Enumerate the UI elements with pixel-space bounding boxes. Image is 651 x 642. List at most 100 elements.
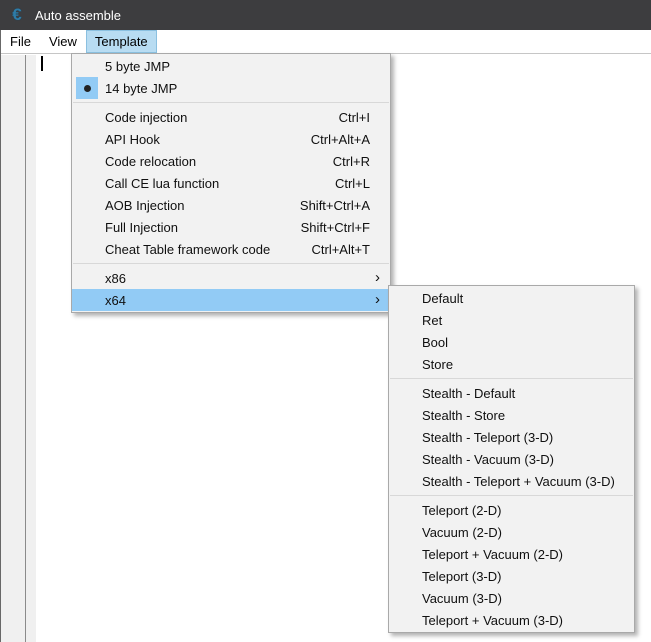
submenu-item-vacuum-3d[interactable]: Vacuum (3-D) — [389, 587, 634, 609]
menu-separator — [390, 378, 633, 379]
window-left-border — [0, 30, 1, 642]
submenu-item-default[interactable]: Default — [389, 287, 634, 309]
menu-item-aob-injection[interactable]: AOB Injection Shift+Ctrl+A — [72, 194, 390, 216]
menu-item-icon-slot — [389, 287, 422, 309]
menu-item-icon-slot — [389, 609, 422, 631]
menu-item-icon-slot — [389, 448, 422, 470]
radio-checked-icon — [72, 77, 105, 99]
menu-item-icon-slot — [72, 106, 105, 128]
menu-item-icon-slot — [72, 267, 105, 289]
menu-item-label: Stealth - Default — [422, 386, 634, 401]
menu-item-api-hook[interactable]: API Hook Ctrl+Alt+A — [72, 128, 390, 150]
menu-item-label: Ret — [422, 313, 634, 328]
editor-gutter — [1, 55, 36, 642]
menu-item-icon-slot — [72, 289, 105, 311]
menubar: File View Template — [1, 30, 651, 54]
menu-item-label: Vacuum (3-D) — [422, 591, 634, 606]
menubar-item-view[interactable]: View — [40, 30, 86, 53]
menu-item-label: Default — [422, 291, 634, 306]
menu-separator — [73, 263, 389, 264]
submenu-item-bool[interactable]: Bool — [389, 331, 634, 353]
menu-item-icon-slot — [72, 194, 105, 216]
menu-item-icon-slot — [389, 309, 422, 331]
submenu-item-stealth-default[interactable]: Stealth - Default — [389, 382, 634, 404]
auto-assemble-window: € Auto assemble File View Template 5 byt… — [0, 0, 651, 642]
menu-item-label: Stealth - Teleport + Vacuum (3-D) — [422, 474, 634, 489]
menu-item-x86[interactable]: x86 › — [72, 267, 390, 289]
menu-item-icon-slot — [389, 404, 422, 426]
menu-item-icon-slot — [389, 587, 422, 609]
editor-gutter-separator — [25, 55, 26, 642]
menu-item-code-injection[interactable]: Code injection Ctrl+I — [72, 106, 390, 128]
menu-item-label: 14 byte JMP — [105, 81, 390, 96]
menu-item-label: Teleport + Vacuum (3-D) — [422, 613, 634, 628]
menu-item-label: Stealth - Teleport (3-D) — [422, 430, 634, 445]
menu-item-icon-slot — [389, 543, 422, 565]
menu-item-code-relocation[interactable]: Code relocation Ctrl+R — [72, 150, 390, 172]
menubar-item-file[interactable]: File — [1, 30, 40, 53]
radio-unchecked-icon — [72, 55, 105, 77]
menu-item-icon-slot — [72, 128, 105, 150]
menu-item-label: AOB Injection — [105, 198, 300, 213]
window-title: Auto assemble — [35, 8, 121, 23]
radio-bullet-icon — [84, 85, 91, 92]
submenu-item-stealth-store[interactable]: Stealth - Store — [389, 404, 634, 426]
submenu-item-stealth-teleport-vacuum-3d[interactable]: Stealth - Teleport + Vacuum (3-D) — [389, 470, 634, 492]
menu-item-icon-slot — [389, 470, 422, 492]
menu-item-icon-slot — [389, 565, 422, 587]
menubar-item-template[interactable]: Template — [86, 30, 157, 53]
menu-item-label: Cheat Table framework code — [105, 242, 311, 257]
menu-item-icon-slot — [72, 238, 105, 260]
menu-item-cheat-table-framework-code[interactable]: Cheat Table framework code Ctrl+Alt+T — [72, 238, 390, 260]
titlebar: € Auto assemble — [0, 0, 651, 30]
menu-item-icon-slot — [72, 172, 105, 194]
menu-item-label: Teleport (2-D) — [422, 503, 634, 518]
submenu-item-teleport-vacuum-2d[interactable]: Teleport + Vacuum (2-D) — [389, 543, 634, 565]
x64-submenu: Default Ret Bool Store Stealth - Default… — [388, 285, 635, 633]
submenu-item-teleport-vacuum-3d[interactable]: Teleport + Vacuum (3-D) — [389, 609, 634, 631]
menu-item-call-ce-lua-function[interactable]: Call CE lua function Ctrl+L — [72, 172, 390, 194]
menu-item-icon-slot — [72, 216, 105, 238]
menu-item-label: Vacuum (2-D) — [422, 525, 634, 540]
menu-item-label: Store — [422, 357, 634, 372]
menu-item-5-byte-jmp[interactable]: 5 byte JMP — [72, 55, 390, 77]
menu-item-shortcut: Shift+Ctrl+F — [301, 220, 390, 235]
text-caret — [41, 56, 43, 71]
menu-item-14-byte-jmp[interactable]: 14 byte JMP — [72, 77, 390, 99]
menu-item-shortcut: Ctrl+Alt+T — [311, 242, 390, 257]
submenu-item-teleport-2d[interactable]: Teleport (2-D) — [389, 499, 634, 521]
menu-item-label: x64 — [105, 293, 375, 308]
menu-item-label: API Hook — [105, 132, 311, 147]
menu-item-shortcut: Shift+Ctrl+A — [300, 198, 390, 213]
menu-item-icon-slot — [389, 331, 422, 353]
menu-item-shortcut: Ctrl+Alt+A — [311, 132, 390, 147]
menu-item-full-injection[interactable]: Full Injection Shift+Ctrl+F — [72, 216, 390, 238]
submenu-item-stealth-vacuum-3d[interactable]: Stealth - Vacuum (3-D) — [389, 448, 634, 470]
menu-item-label: Teleport + Vacuum (2-D) — [422, 547, 634, 562]
menu-item-icon-slot — [389, 521, 422, 543]
menu-item-label: Call CE lua function — [105, 176, 335, 191]
template-menu: 5 byte JMP 14 byte JMP Code injection Ct… — [71, 53, 391, 313]
menu-item-shortcut: Ctrl+I — [339, 110, 390, 125]
submenu-item-stealth-teleport-3d[interactable]: Stealth - Teleport (3-D) — [389, 426, 634, 448]
menu-item-x64[interactable]: x64 › — [72, 289, 390, 311]
menu-item-label: Stealth - Vacuum (3-D) — [422, 452, 634, 467]
submenu-item-teleport-3d[interactable]: Teleport (3-D) — [389, 565, 634, 587]
submenu-item-ret[interactable]: Ret — [389, 309, 634, 331]
menu-item-shortcut: Ctrl+R — [333, 154, 390, 169]
menu-item-shortcut: Ctrl+L — [335, 176, 390, 191]
menu-item-label: x86 — [105, 271, 375, 286]
menu-item-label: Full Injection — [105, 220, 301, 235]
menu-item-icon-slot — [389, 382, 422, 404]
menu-item-label: 5 byte JMP — [105, 59, 390, 74]
menu-item-label: Teleport (3-D) — [422, 569, 634, 584]
menu-item-icon-slot — [389, 353, 422, 375]
menu-item-label: Code relocation — [105, 154, 333, 169]
menu-item-icon-slot — [72, 150, 105, 172]
menu-item-label: Bool — [422, 335, 634, 350]
menu-item-icon-slot — [389, 499, 422, 521]
submenu-item-store[interactable]: Store — [389, 353, 634, 375]
menu-item-icon-slot — [389, 426, 422, 448]
menu-item-label: Code injection — [105, 110, 339, 125]
submenu-item-vacuum-2d[interactable]: Vacuum (2-D) — [389, 521, 634, 543]
